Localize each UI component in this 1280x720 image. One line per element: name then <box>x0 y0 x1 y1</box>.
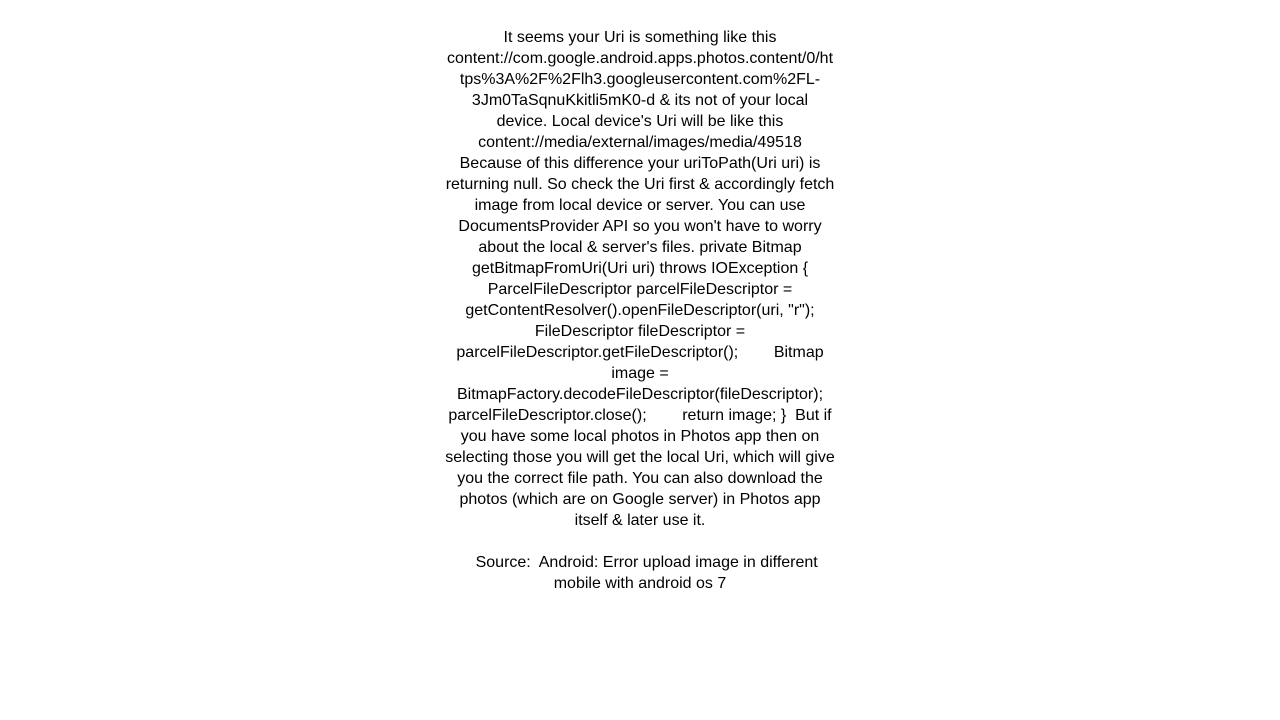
page-viewport: It seems your Uri is something like this… <box>0 0 1280 720</box>
answer-source-link[interactable]: Android: Error upload image in different… <box>539 554 822 592</box>
answer-text-column: It seems your Uri is something like this… <box>445 0 835 594</box>
answer-body-text: It seems your Uri is something like this… <box>445 29 859 529</box>
answer-source-label: Source: <box>471 554 539 571</box>
